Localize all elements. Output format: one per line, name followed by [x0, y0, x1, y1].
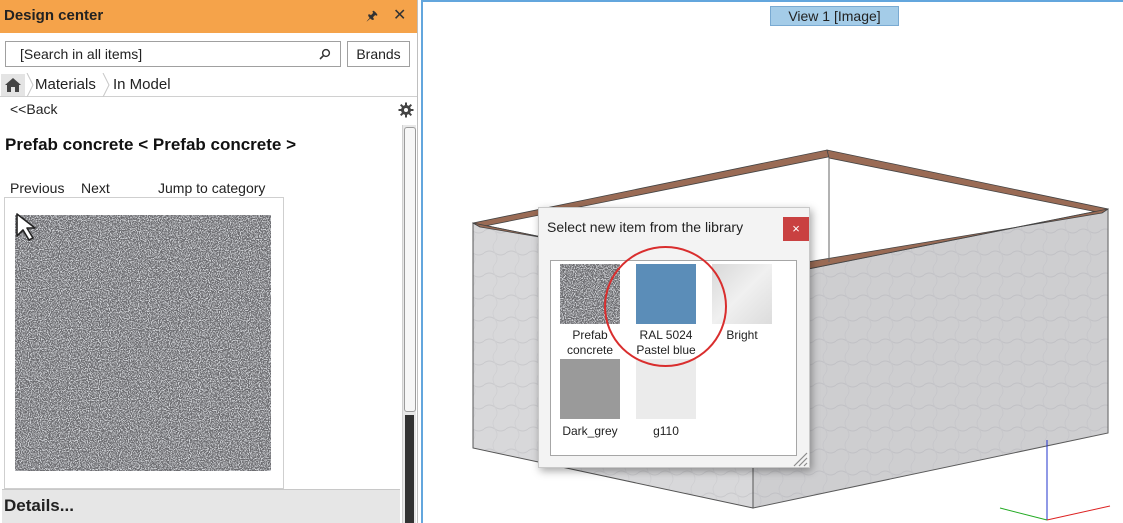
back-link[interactable]: <<Back: [10, 101, 57, 117]
dialog-close-button[interactable]: ×: [783, 217, 809, 241]
search-placeholder: [Search in all items]: [20, 46, 143, 62]
jump-to-category-link[interactable]: Jump to category: [158, 180, 265, 196]
resize-grip-icon[interactable]: [788, 447, 808, 467]
brands-button[interactable]: Brands: [347, 41, 410, 67]
next-link[interactable]: Next: [81, 180, 110, 196]
gear-icon[interactable]: [398, 102, 414, 118]
breadcrumb-item-materials[interactable]: Materials: [35, 76, 96, 93]
item-label: g110: [653, 424, 679, 438]
scrollbar-track-shadow: [405, 415, 414, 523]
home-icon[interactable]: [1, 74, 25, 96]
design-center-panel: Design center 🖈 ✕ [Search in all items] …: [0, 0, 418, 523]
material-preview-image[interactable]: [15, 215, 271, 471]
search-input[interactable]: [Search in all items]: [5, 41, 341, 67]
scrollbar-thumb[interactable]: [404, 127, 416, 412]
material-heading: Prefab concrete < Prefab concrete >: [5, 135, 297, 154]
mouse-cursor-icon: [16, 213, 36, 241]
panel-title: Design center: [4, 7, 104, 24]
pin-icon[interactable]: 🖈: [366, 7, 378, 29]
item-label: Dark_grey: [562, 424, 618, 438]
view-tab[interactable]: View 1 [Image]: [770, 6, 899, 26]
breadcrumb-item-in-model[interactable]: In Model: [113, 76, 171, 93]
previous-link[interactable]: Previous: [10, 180, 64, 196]
details-label: Details...: [4, 496, 74, 515]
breadcrumb-separator-icon: [26, 73, 34, 97]
panel-titlebar: Design center 🖈 ✕: [0, 0, 417, 33]
search-icon[interactable]: [318, 47, 332, 61]
dialog-title: Select new item from the library: [547, 219, 744, 235]
swatch-dark-grey[interactable]: [560, 359, 620, 419]
close-icon[interactable]: ✕: [393, 5, 406, 25]
breadcrumb-separator-icon: [102, 73, 110, 97]
panel-scrollbar[interactable]: [402, 125, 416, 523]
breadcrumb: Materials In Model: [0, 73, 417, 97]
details-section[interactable]: Details...: [2, 489, 400, 523]
swatch-g110[interactable]: [636, 359, 696, 419]
highlight-circle: [604, 246, 727, 367]
